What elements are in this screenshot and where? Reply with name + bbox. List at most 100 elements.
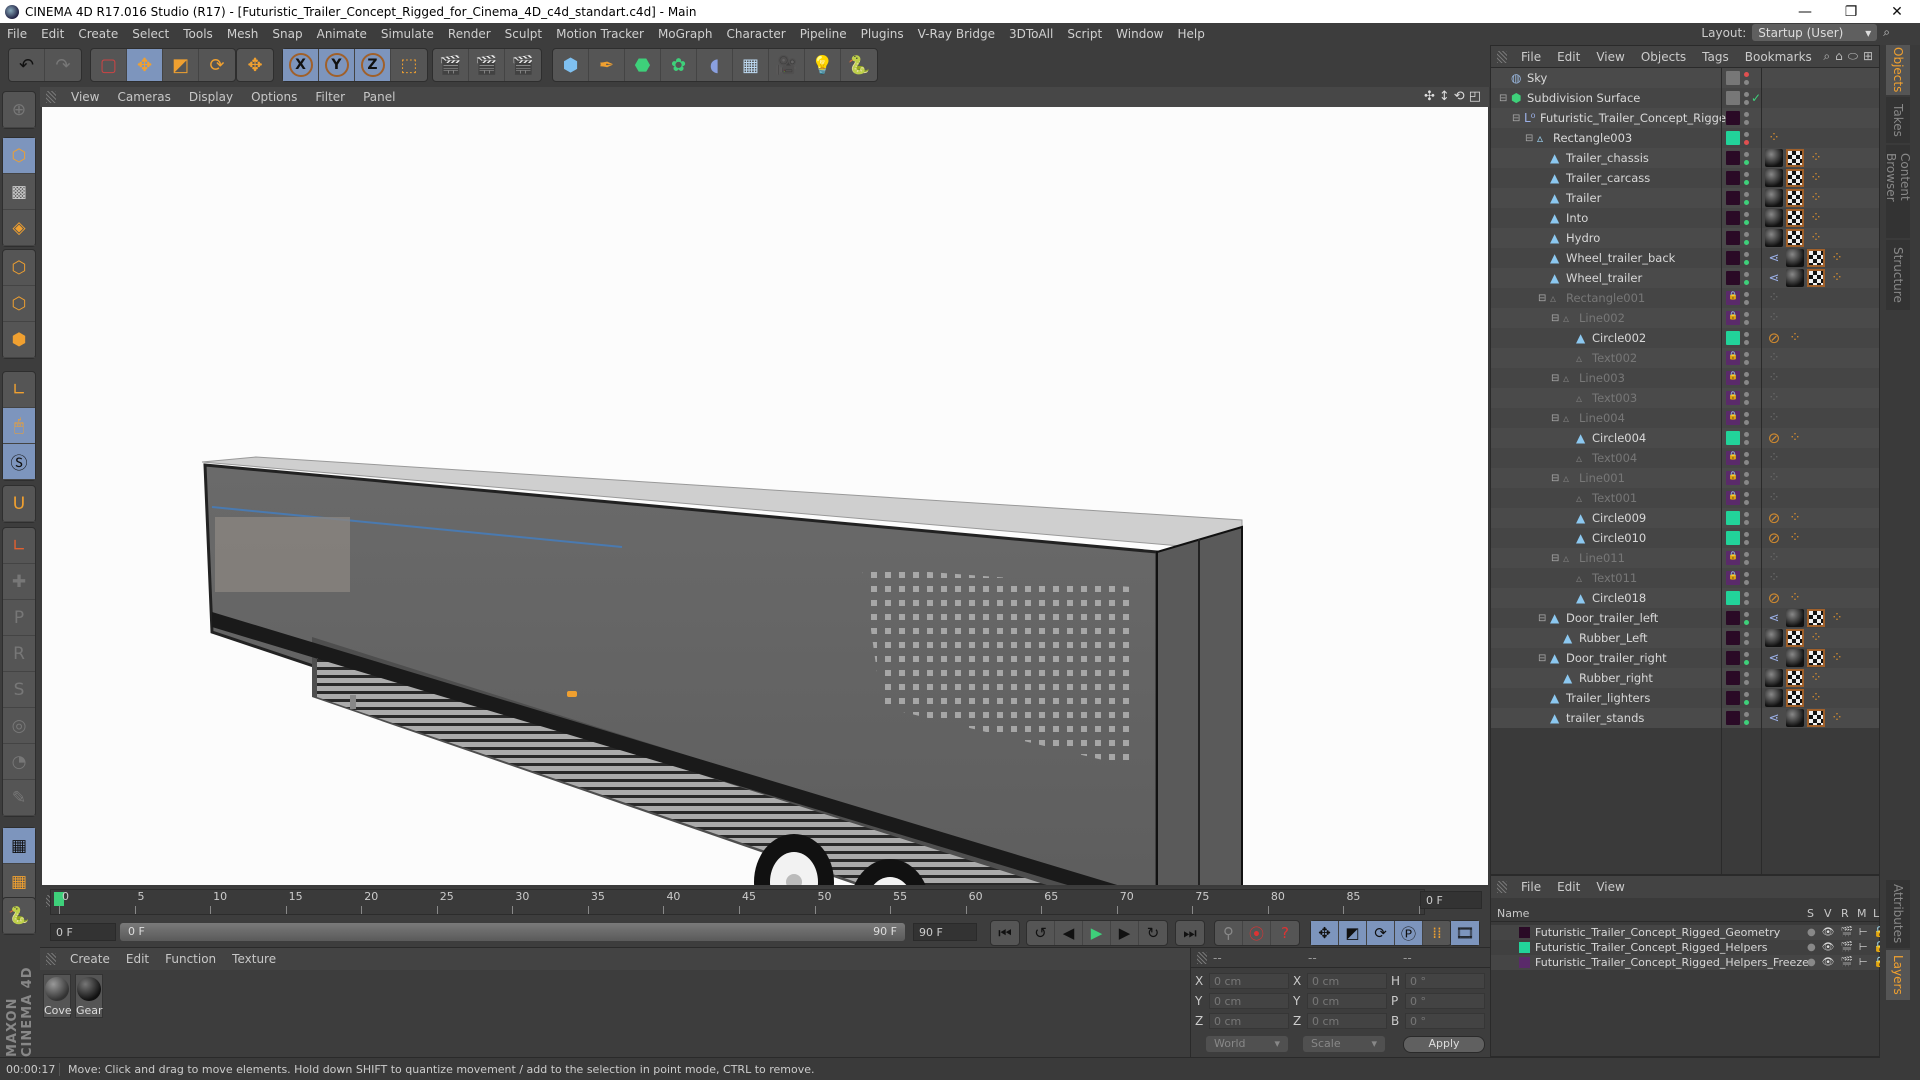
menu-render[interactable]: Render: [441, 27, 498, 41]
object-name[interactable]: Rubber_Left: [1579, 631, 1648, 645]
python-icon[interactable]: 🐍: [3, 898, 35, 934]
material-swatch[interactable]: Gear: [75, 974, 103, 1018]
object-row[interactable]: ⊟ ▲ Door_trailer_left ⋖ ⁘: [1491, 608, 1879, 628]
material-tag-icon[interactable]: [1765, 169, 1783, 187]
position-z-field[interactable]: 0 cm: [1209, 1013, 1289, 1029]
phong-tag-icon[interactable]: ⁘: [1765, 569, 1783, 587]
next-key-icon[interactable]: ↻: [1139, 921, 1167, 945]
z-axis-icon[interactable]: Z: [355, 49, 391, 81]
scale-icon[interactable]: ◩: [163, 49, 199, 81]
object-row[interactable]: ▲ Rubber_right ⁘: [1491, 668, 1879, 688]
uvw-tag-icon[interactable]: [1786, 669, 1804, 687]
visibility-dots[interactable]: [1743, 430, 1749, 446]
layer-menu-edit[interactable]: Edit: [1549, 880, 1588, 894]
object-row[interactable]: ▲ Circle018 ⊘ ⁘: [1491, 588, 1879, 608]
collapse-toggle-icon[interactable]: ⊟: [1551, 413, 1559, 424]
autokey-icon[interactable]: ?: [1271, 921, 1299, 945]
object-name[interactable]: Subdivision Surface: [1527, 91, 1640, 105]
key-pla-icon[interactable]: ◔: [3, 744, 35, 780]
object-name[interactable]: Rubber_right: [1579, 671, 1653, 685]
object-menu-tags[interactable]: Tags: [1694, 50, 1737, 64]
phong-tag-icon[interactable]: ⁘: [1807, 229, 1825, 247]
key-parameter-icon[interactable]: Ⓟ: [1395, 921, 1423, 945]
object-name[interactable]: Text011: [1592, 571, 1637, 585]
collapse-toggle-icon[interactable]: ⊟: [1499, 93, 1507, 104]
layer-color-swatch[interactable]: 🔒: [1726, 371, 1740, 385]
material-tag-icon[interactable]: [1786, 709, 1804, 727]
layer-color-swatch[interactable]: [1726, 331, 1740, 345]
layer-color-swatch[interactable]: [1726, 691, 1740, 705]
visibility-dots[interactable]: [1743, 110, 1749, 126]
object-name[interactable]: Rectangle003: [1553, 131, 1632, 145]
record-active-icon[interactable]: ⦿: [1243, 921, 1271, 945]
visible-toggle-icon[interactable]: 👁: [1822, 957, 1835, 968]
coordinate-mode-dropdown[interactable]: World ▾: [1206, 1036, 1288, 1052]
object-row[interactable]: ⊟ ⬢ Subdivision Surface ✓: [1491, 88, 1879, 108]
search-icon[interactable]: ⌕: [1883, 25, 1890, 40]
uvw-tag-icon[interactable]: [1786, 229, 1804, 247]
object-row[interactable]: ▵ Text003 🔒 ⁘: [1491, 388, 1879, 408]
layer-color-swatch[interactable]: 🔒: [1726, 391, 1740, 405]
layer-color-swatch[interactable]: [1726, 111, 1740, 125]
layer-color-swatch[interactable]: [1726, 651, 1740, 665]
layer-color-swatch[interactable]: 🔒: [1726, 351, 1740, 365]
collapse-toggle-icon[interactable]: ⊟: [1551, 553, 1559, 564]
visibility-dots[interactable]: [1743, 570, 1749, 586]
object-menu-edit[interactable]: Edit: [1549, 50, 1588, 64]
collapse-toggle-icon[interactable]: ⊟: [1512, 113, 1520, 124]
menu-snap[interactable]: Snap: [265, 27, 309, 41]
object-row[interactable]: ▲ Circle009 ⊘ ⁘: [1491, 508, 1879, 528]
coordinate-system-icon[interactable]: ⬚: [391, 49, 427, 81]
object-name[interactable]: Hydro: [1566, 231, 1600, 245]
menu-3dtoall[interactable]: 3DToAll: [1002, 27, 1060, 41]
pen-icon[interactable]: ✒: [589, 49, 625, 81]
apply-button[interactable]: Apply: [1403, 1036, 1485, 1053]
visibility-dots[interactable]: [1743, 90, 1749, 106]
light-icon[interactable]: 💡: [805, 49, 841, 81]
dolly-icon[interactable]: ↕: [1439, 89, 1450, 104]
render-settings-icon[interactable]: 🎬: [505, 49, 541, 81]
phong-tag-icon[interactable]: ⁘: [1807, 209, 1825, 227]
stop-tag-icon[interactable]: ⊘: [1765, 509, 1783, 527]
phong-tag-icon[interactable]: ⁘: [1807, 629, 1825, 647]
layer-color-swatch[interactable]: [1726, 211, 1740, 225]
object-row[interactable]: ▲ Circle010 ⊘ ⁘: [1491, 528, 1879, 548]
solo-icon[interactable]: Ⓢ: [3, 444, 35, 480]
y-axis-icon[interactable]: Y: [319, 49, 355, 81]
layer-name[interactable]: Futuristic_Trailer_Concept_Rigged_Helper…: [1535, 941, 1767, 954]
stop-tag-icon[interactable]: ⊘: [1765, 429, 1783, 447]
menu-help[interactable]: Help: [1170, 27, 1211, 41]
material-tag-icon[interactable]: [1786, 249, 1804, 267]
object-menu-objects[interactable]: Objects: [1633, 50, 1694, 64]
render-picture-viewer-icon[interactable]: 🎬: [469, 49, 505, 81]
phong-tag-icon[interactable]: ⁘: [1765, 369, 1783, 387]
phong-tag-icon[interactable]: ⁘: [1765, 549, 1783, 567]
menu-mesh[interactable]: Mesh: [220, 27, 266, 41]
menu-simulate[interactable]: Simulate: [374, 27, 441, 41]
minimize-button[interactable]: —: [1782, 4, 1828, 20]
collapse-toggle-icon[interactable]: ⊟: [1551, 313, 1559, 324]
ik-tag-icon[interactable]: ⋖: [1765, 249, 1783, 267]
solo-toggle-icon[interactable]: ●: [1807, 927, 1816, 938]
collapse-toggle-icon[interactable]: ⊟: [1551, 473, 1559, 484]
visibility-dots[interactable]: [1743, 670, 1749, 686]
object-name[interactable]: Futuristic_Trailer_Concept_Rigged: [1540, 111, 1733, 125]
goto-start-icon[interactable]: ⏮: [991, 921, 1019, 945]
visible-toggle-icon[interactable]: 👁: [1822, 927, 1835, 938]
timeline-ruler[interactable]: 051015202530354045505560657075808590: [50, 889, 1436, 915]
uvw-tag-icon[interactable]: [1786, 189, 1804, 207]
current-frame-field[interactable]: 0 F: [1420, 891, 1482, 909]
manager-toggle-icon[interactable]: ⊢: [1859, 942, 1868, 953]
layer-row[interactable]: Futuristic_Trailer_Concept_Rigged_Geomet…: [1491, 925, 1886, 940]
object-row[interactable]: ▵ Text001 🔒 ⁘: [1491, 488, 1879, 508]
viewport-menu-view[interactable]: View: [62, 90, 108, 104]
object-name[interactable]: Text002: [1592, 351, 1637, 365]
pan-icon[interactable]: ✣: [1424, 89, 1435, 104]
viewport-menu-cameras[interactable]: Cameras: [108, 90, 179, 104]
goto-end-icon[interactable]: ⏭: [1176, 921, 1204, 945]
layer-color-swatch[interactable]: 🔒: [1726, 551, 1740, 565]
layer-color-swatch[interactable]: [1519, 927, 1530, 938]
uvw-tag-icon[interactable]: [1807, 709, 1825, 727]
camera-icon[interactable]: 🎥: [769, 49, 805, 81]
object-name[interactable]: Rectangle001: [1566, 291, 1645, 305]
